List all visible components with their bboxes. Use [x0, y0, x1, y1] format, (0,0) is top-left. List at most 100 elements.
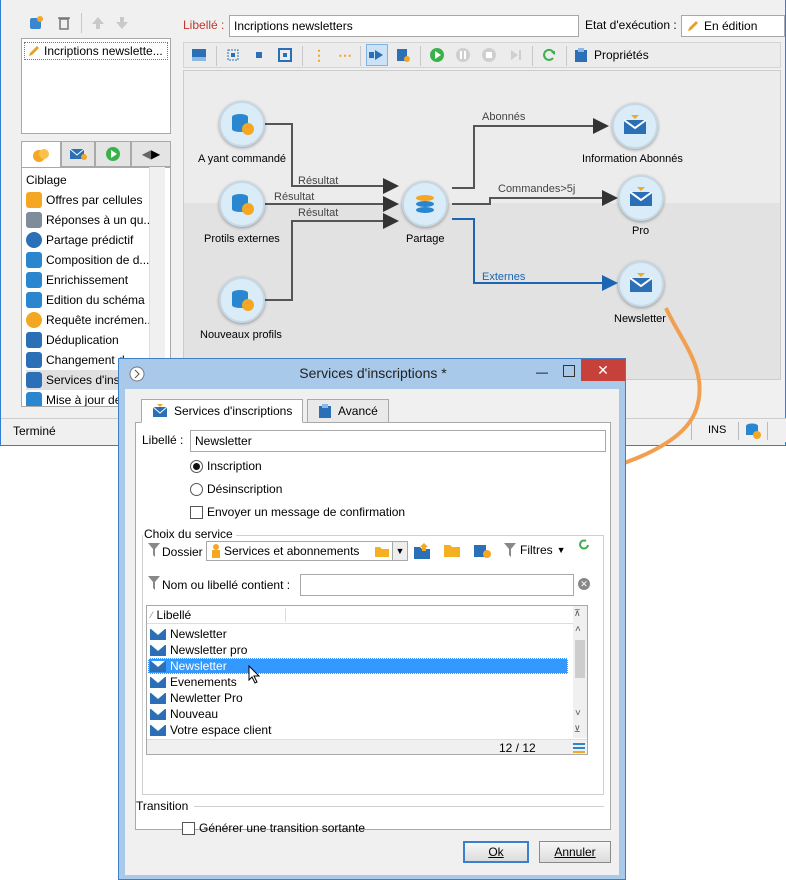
zoom-fit-icon[interactable] — [274, 44, 296, 66]
minimize-button[interactable]: — — [533, 365, 551, 381]
workflow-list-item[interactable]: Incriptions newslette... — [24, 42, 168, 60]
node-label: A yant commandé — [198, 153, 287, 165]
envelope-icon — [150, 708, 166, 720]
close-button[interactable]: ✕ — [581, 359, 625, 381]
scroll-thumb[interactable] — [575, 640, 585, 678]
node-label: Partage — [406, 233, 445, 245]
move-down-icon[interactable] — [111, 12, 133, 34]
tab-scroll-arrows[interactable]: ◀ ▶ — [131, 141, 171, 167]
activity-enrichment[interactable]: Enrichissement — [26, 270, 150, 290]
activity-incremental-query[interactable]: Requête incrémen... — [26, 310, 150, 330]
transition-label: Commandes>5j — [498, 183, 576, 195]
cancel-button[interactable]: Annuler — [539, 841, 611, 863]
start-icon[interactable] — [426, 44, 448, 66]
chevron-left-icon[interactable]: ◀ — [142, 147, 151, 161]
activity-predictive-split[interactable]: Partage prédictif — [26, 230, 150, 250]
dossier-field[interactable]: Services et abonnements — [206, 541, 394, 561]
transition-checkbox[interactable]: Générer une transition sortante — [182, 821, 365, 835]
node-information-abonnes[interactable] — [612, 103, 658, 149]
scroll-top-icon[interactable]: ⊼ — [574, 608, 581, 619]
node-protils-externes[interactable] — [219, 181, 265, 227]
list-item[interactable]: Evenements — [148, 674, 568, 690]
list-menu-icon[interactable] — [573, 742, 585, 754]
node-label: Pro — [632, 225, 650, 237]
confirm-checkbox[interactable]: Envoyer un message de confirmation — [190, 505, 405, 519]
tab-targeting[interactable] — [21, 141, 61, 167]
service-list: ⁄ Libellé Newsletter Newsletter pro News… — [146, 605, 588, 755]
nom-input[interactable] — [300, 574, 574, 596]
database-icon — [232, 114, 254, 135]
ok-button[interactable]: Ok — [463, 841, 529, 863]
list-item[interactable]: Newsletter pro — [148, 642, 568, 658]
transition-label: Résultat — [274, 191, 315, 203]
libelle-label: Libellé : — [183, 18, 225, 32]
maximize-button[interactable] — [563, 365, 575, 377]
folder-up-icon[interactable] — [414, 543, 432, 559]
activity-composition[interactable]: Composition de d... — [26, 250, 150, 270]
composition-icon — [26, 252, 42, 268]
list-item[interactable]: Newsletter — [148, 626, 568, 642]
folder-settings-icon[interactable] — [474, 543, 492, 559]
tab-avance[interactable]: Avancé — [307, 399, 389, 423]
filter-icon — [504, 543, 516, 557]
select-all-icon[interactable] — [222, 44, 244, 66]
list-item[interactable]: Nouveau — [148, 706, 568, 722]
transition-label: Résultat — [298, 175, 339, 187]
database-icon — [232, 194, 254, 215]
folder-icon[interactable] — [444, 543, 462, 559]
transition-mode-icon[interactable] — [366, 44, 388, 66]
delete-icon[interactable] — [53, 12, 75, 34]
layout-icon[interactable] — [188, 44, 210, 66]
properties-button[interactable]: Propriétés — [574, 47, 649, 63]
update-icon — [26, 392, 42, 406]
predictive-icon — [26, 232, 42, 248]
tab-deliveries[interactable] — [61, 141, 95, 167]
more-vertical-icon[interactable]: ⋮ — [308, 44, 330, 66]
scroll-bottom-icon[interactable]: ⊻ — [574, 724, 581, 735]
activity-deduplication[interactable]: Déduplication — [26, 330, 150, 350]
filter-icon — [148, 543, 160, 557]
stop-square-icon[interactable] — [248, 44, 270, 66]
palette-header: Ciblage — [26, 173, 67, 187]
chevron-right-icon[interactable]: ▶ — [151, 147, 160, 161]
scroll-down-icon[interactable]: ˅ — [575, 708, 581, 719]
radio-inscription[interactable]: Inscription — [190, 459, 262, 473]
tab-flow-control[interactable] — [95, 141, 131, 167]
list-footer: 12 / 12 — [147, 739, 587, 754]
libelle-input[interactable]: Incriptions newsletters — [229, 15, 579, 37]
workflow-properties-icon[interactable] — [392, 44, 414, 66]
pause-icon[interactable] — [452, 44, 474, 66]
pencil-icon — [688, 21, 698, 31]
radio-desinscription[interactable]: Désinscription — [190, 482, 282, 496]
node-ayant-commande[interactable] — [219, 101, 265, 147]
clear-icon[interactable]: ✕ — [578, 578, 590, 590]
scroll-up-icon[interactable]: ˄ — [575, 624, 581, 635]
list-item[interactable]: Votre espace client — [148, 722, 568, 738]
list-item-selected[interactable]: Newsletter — [148, 658, 568, 674]
list-item[interactable]: Newletter Pro — [148, 690, 568, 706]
refresh-icon[interactable] — [538, 44, 560, 66]
node-nouveaux-profils[interactable] — [219, 277, 265, 323]
dossier-dropdown[interactable]: ▼ — [392, 541, 408, 561]
node-partage[interactable] — [402, 181, 448, 227]
step-icon[interactable] — [504, 44, 526, 66]
filtres-button[interactable]: Filtres ▼ — [504, 543, 566, 557]
libelle-input[interactable]: Newsletter — [190, 430, 606, 452]
activity-schema-edit[interactable]: Edition du schéma — [26, 290, 150, 310]
subscription-envelope-icon — [629, 187, 653, 206]
more-horizontal-icon[interactable]: ⋯ — [334, 44, 356, 66]
activity-split-cells[interactable]: Offres par cellules — [26, 190, 150, 210]
column-header[interactable]: ⁄ Libellé — [147, 606, 573, 624]
stop-icon[interactable] — [478, 44, 500, 66]
move-up-icon[interactable] — [87, 12, 109, 34]
sort-icon: ⁄ — [151, 609, 153, 620]
refresh-icon[interactable] — [578, 539, 590, 551]
node-pro[interactable] — [618, 175, 664, 221]
add-activity-icon[interactable] — [25, 12, 47, 34]
activity-survey[interactable]: Réponses à un qu... — [26, 210, 150, 230]
list-scrollbar[interactable]: ⊼ ˄ ˅ ⊻ — [573, 606, 587, 738]
subscription-icon — [26, 372, 42, 388]
tab-services[interactable]: Services d'inscriptions — [141, 399, 304, 423]
subscription-envelope-icon — [629, 273, 653, 292]
subscription-envelope-icon — [623, 115, 647, 134]
